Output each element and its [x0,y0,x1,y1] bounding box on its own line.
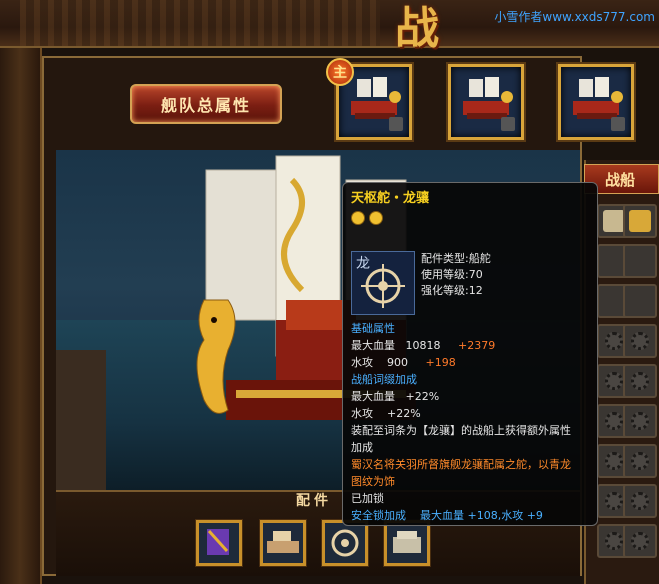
lock-icon [611,117,625,131]
gear-icon [605,452,623,470]
hull-icon [267,531,299,553]
banner-decoration [20,0,380,46]
lock-icon [389,117,403,131]
helm-icon [331,529,359,557]
part-slot-2[interactable] [260,520,306,566]
gear-icon [605,492,623,510]
base-row-water-attack: 水攻 900 +198 [351,355,456,371]
banner-title: 战 [395,3,439,54]
part-slot-1[interactable] [196,520,242,566]
attr-value: 900 [387,356,408,369]
affix-row-water-attack: 水攻 +22% [351,406,421,422]
helm-item-icon: 龙 [351,251,415,315]
item-meta: 配件类型:船舵 使用等级:70 强化等级:12 [421,251,491,299]
gear-slot[interactable] [623,364,657,398]
safety-label: 安全锁加成 [351,509,406,522]
attr-bonus: +2379 [457,339,496,352]
gear-slot[interactable] [623,404,657,438]
empty-cell[interactable] [623,284,657,318]
gear-icon [631,492,649,510]
item-tooltip: 天枢舵・龙骧 龙 配件类型:船舵 使用等级:70 强化等级:12 基础属性 最大… [342,182,598,526]
attr-value: 10818 [405,339,441,352]
left-pillar [0,48,42,584]
attr-bonus: +198 [425,356,456,369]
part-slot-4[interactable] [384,520,430,566]
item-type: 配件类型:船舵 [421,252,491,265]
main-ship-badge: 主 [326,58,354,86]
gear-icon [631,412,649,430]
gear-slot[interactable] [623,484,657,518]
svg-text:龙: 龙 [356,256,370,272]
ship-slot-3[interactable] [558,64,634,140]
gear-icon [631,532,649,550]
item-cell[interactable] [623,204,657,238]
attr-label: 水攻 [351,407,373,420]
gear-slot[interactable] [623,444,657,478]
smiley-icon [351,211,365,225]
item-name: 天枢舵・龙骧 [351,191,430,206]
equip-note-line1: 装配至词条为【龙骧】的战船上获得额外属性 [351,424,571,437]
attr-bonus: +22% [405,390,440,403]
gear-slot[interactable] [623,324,657,358]
locked-status: 已加锁 [351,492,384,505]
safety-lock-bonus: 安全锁加成 最大血量 +108,水攻 +9 [351,508,543,524]
gear-icon [631,332,649,350]
base-attributes-heading: 基础属性 [351,322,395,335]
gear-icon [631,372,649,390]
enhance-level: 强化等级:12 [421,284,483,297]
ship-item-icon [629,210,651,232]
base-row-hp: 最大血量 10818 +2379 [351,338,495,354]
equip-note-line2: 加成 [351,441,373,454]
attr-label: 水攻 [351,356,373,369]
watermark: 小雪作者www.xxds777.com [494,10,655,24]
sail-icon [207,529,229,555]
affix-attributes-heading: 战船词缀加成 [351,373,417,386]
smiley-icon [369,211,383,225]
attr-label: 最大血量 [351,390,395,403]
gear-icon [605,412,623,430]
gear-icon [631,452,649,470]
lore-line1: 蜀汉名将关羽所督旗舰龙骧配属之舵，以青龙 [351,458,571,471]
gear-icon [605,532,623,550]
use-level: 使用等级:70 [421,268,483,281]
gear-icon [605,372,623,390]
item-quality [351,211,383,225]
affix-row-hp: 最大血量 +22% [351,389,439,405]
lock-icon [501,117,515,131]
safety-value: 最大血量 +108,水攻 +9 [420,509,543,522]
lore-line2: 图纹为饰 [351,475,395,488]
parts-title: 配件 [296,493,332,509]
gear-icon [605,332,623,350]
ship-item-icon [603,210,625,232]
ship-slot-2[interactable] [448,64,524,140]
attr-label: 最大血量 [351,339,395,352]
empty-cell[interactable] [623,244,657,278]
part-slot-3[interactable] [322,520,368,566]
armor-icon [393,531,421,553]
gear-slot[interactable] [623,524,657,558]
attr-bonus: +22% [387,407,421,420]
fleet-attributes-button[interactable]: 舰队总属性 [130,84,282,124]
top-banner: 战 小雪作者www.xxds777.com [0,0,659,54]
